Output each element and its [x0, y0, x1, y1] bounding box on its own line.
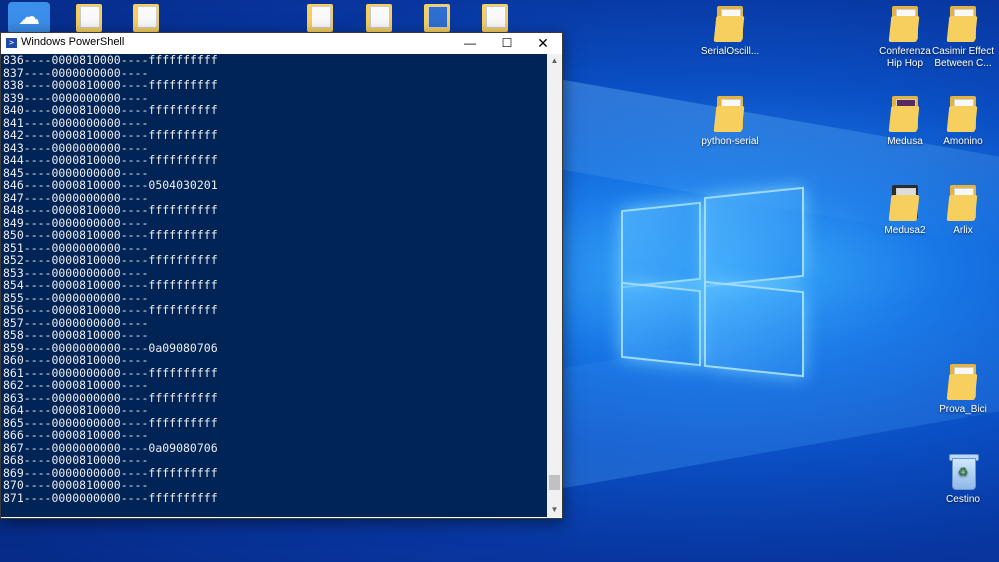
folder-icon[interactable] — [366, 4, 392, 32]
console-line: 870----0000810000---- — [3, 478, 149, 492]
cloud-app-icon[interactable]: ☁ — [8, 2, 50, 34]
desktop-icon-label: Medusa2 — [884, 225, 926, 236]
folder-icon[interactable] — [133, 4, 159, 32]
console-line: 866----0000810000---- — [3, 428, 149, 442]
console-lines: 836----0000810000----ffffffffff 837----00… — [1, 54, 547, 504]
desktop-icon-label: SerialOscill... — [700, 46, 760, 57]
desktop-icon-label: python-serial — [701, 136, 759, 147]
powershell-window[interactable]: > Windows PowerShell — ☐ ✕ 836----000081… — [0, 32, 563, 519]
maximize-button[interactable]: ☐ — [490, 33, 524, 54]
folder-icon — [713, 96, 745, 132]
desktop-icon-label: Prova_Bici — [939, 404, 987, 415]
console-line: 864----0000810000---- — [3, 403, 149, 417]
desktop-icon-label: Medusa — [887, 136, 923, 147]
desktop-icon-medusa[interactable]: Medusa — [872, 96, 938, 148]
folder-icon — [888, 6, 920, 42]
vertical-scrollbar[interactable]: ▲ ▼ — [547, 54, 562, 517]
folder-icon — [946, 364, 978, 400]
console-line: 848----0000810000----ffffffffff — [3, 203, 218, 217]
desktop-icon-arlix[interactable]: Arlix — [930, 185, 996, 237]
folder-icon — [888, 185, 920, 221]
desktop-icon-serialoscill[interactable]: SerialOscill... — [697, 6, 763, 58]
folder-icon — [713, 6, 745, 42]
folder-icon — [946, 96, 978, 132]
folder-icon[interactable] — [76, 4, 102, 32]
folder-icon — [888, 96, 920, 132]
scrollbar-thumb[interactable] — [549, 474, 560, 490]
window-title: Windows PowerShell — [21, 36, 125, 48]
console-line: 871----0000000000----ffffffffff — [3, 490, 218, 505]
desktop-icon-casimir-effect[interactable]: Casimir Effect Between C... — [930, 6, 996, 70]
console-line: 860----0000810000---- — [3, 353, 149, 367]
scroll-up-arrow-icon[interactable]: ▲ — [547, 54, 562, 68]
console-line: 852----0000810000----ffffffffff — [3, 253, 218, 267]
windows-logo-wallpaper — [618, 186, 808, 378]
powershell-icon: > — [6, 38, 17, 48]
folder-icon — [946, 185, 978, 221]
console-line: 858----0000810000---- — [3, 328, 149, 342]
console-line: 856----0000810000----ffffffffff — [3, 303, 218, 317]
console-line: 838----0000810000----ffffffffff — [3, 78, 218, 92]
scroll-down-arrow-icon[interactable]: ▼ — [547, 503, 562, 517]
desktop-icon-medusa2[interactable]: Medusa2 — [872, 185, 938, 237]
console-line: 840----0000810000----ffffffffff — [3, 103, 218, 117]
desktop-icon-label: Cestino — [946, 494, 980, 505]
desktop-icon-python-serial[interactable]: python-serial — [697, 96, 763, 148]
console-line: 844----0000810000----ffffffffff — [3, 153, 218, 167]
desktop-icon-amonino[interactable]: Amonino — [930, 96, 996, 148]
console-output[interactable]: 836----0000810000----ffffffffff 837----00… — [1, 54, 547, 517]
console-line: 862----0000810000---- — [3, 378, 149, 392]
desktop-icon-label: Conferenza Hip Hop — [879, 46, 931, 69]
folder-icon[interactable] — [307, 4, 333, 32]
console-line: 846----0000810000----0504030201 — [3, 178, 218, 192]
console-line: 850----0000810000----ffffffffff — [3, 228, 218, 242]
console-line: 868----0000810000---- — [3, 453, 149, 467]
desktop-icon-prova-bici[interactable]: Prova_Bici — [930, 364, 996, 416]
desktop-icon-label: Casimir Effect Between C... — [931, 46, 995, 69]
window-titlebar[interactable]: > Windows PowerShell — ☐ ✕ — [1, 33, 562, 54]
recycle-bin-icon: ♻ — [947, 452, 979, 490]
folder-icon — [946, 6, 978, 42]
folder-icon[interactable] — [482, 4, 508, 32]
console-line: 842----0000810000----ffffffffff — [3, 128, 218, 142]
close-button[interactable]: ✕ — [526, 33, 560, 54]
minimize-button[interactable]: — — [453, 33, 487, 54]
desktop-icon-label: Amonino — [943, 136, 983, 147]
desktop-icon-conferenza-hip-hop[interactable]: Conferenza Hip Hop — [872, 6, 938, 70]
folder-icon[interactable] — [424, 4, 450, 32]
desktop-icon-cestino[interactable]: ♻ Cestino — [930, 452, 996, 506]
console-line: 836----0000810000----ffffffffff — [3, 54, 218, 67]
console-line: 854----0000810000----ffffffffff — [3, 278, 218, 292]
desktop-icon-label: Arlix — [953, 225, 973, 236]
